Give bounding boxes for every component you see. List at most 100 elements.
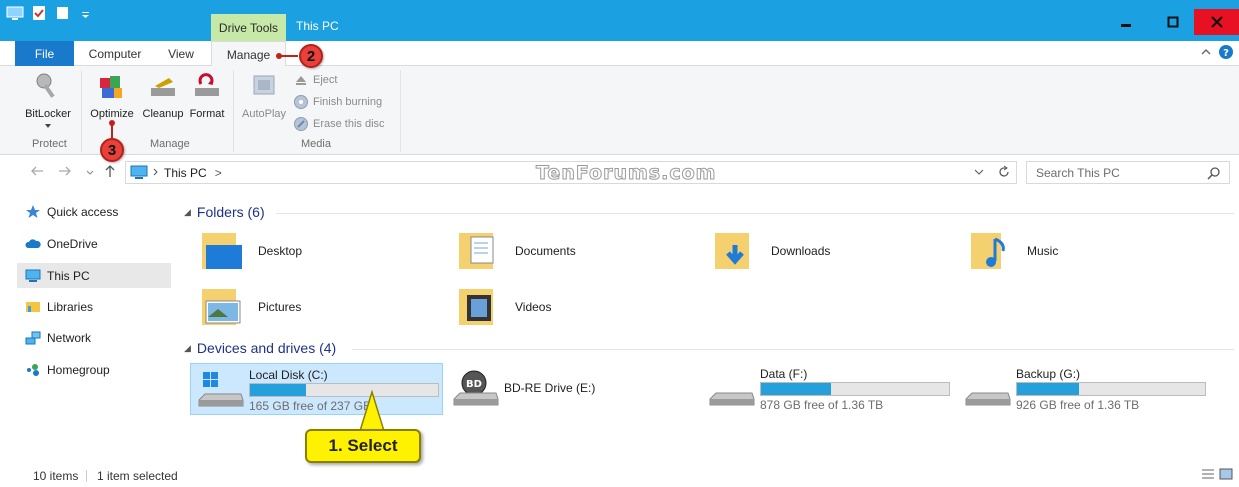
computer-icon <box>130 165 148 179</box>
sidebar-item-libraries[interactable]: Libraries <box>17 294 171 319</box>
collapse-caret-icon[interactable]: ◢ <box>184 207 191 218</box>
details-view-icon[interactable] <box>1201 468 1215 480</box>
sidebar-item-quick-access[interactable]: Quick access <box>17 199 171 224</box>
group-separator <box>233 70 234 152</box>
drive-bd-re-e[interactable]: BD BD-RE Drive (E:) <box>446 363 699 415</box>
quick-access-toolbar <box>6 4 96 22</box>
large-icons-view-icon[interactable] <box>1219 468 1233 480</box>
pictures-folder-icon <box>202 289 241 325</box>
section-divider <box>276 213 1234 214</box>
cleanup-button[interactable]: Cleanup <box>140 66 186 120</box>
format-drive-icon <box>195 73 219 96</box>
hard-drive-icon <box>965 392 1011 406</box>
collapse-caret-icon[interactable]: ◢ <box>184 343 191 354</box>
help-icon[interactable]: ? <box>1219 45 1233 59</box>
svg-text:BD: BD <box>466 379 482 390</box>
folder-downloads[interactable]: Downloads <box>711 227 830 275</box>
expand-ribbon-icon[interactable] <box>1201 47 1211 57</box>
drive-tools-context-header: Drive Tools <box>211 14 286 41</box>
sidebar-item-homegroup[interactable]: Homegroup <box>17 357 171 382</box>
drive-local-disk-c[interactable]: Local Disk (C:) 165 GB free of 237 GB <box>190 363 443 415</box>
address-dropdown-icon[interactable] <box>974 165 984 179</box>
eject-icon <box>296 76 306 85</box>
forward-arrow-icon <box>59 166 71 176</box>
hard-drive-icon <box>709 392 755 406</box>
drives-section-header[interactable]: ◢ Devices and drives (4) <box>184 340 336 356</box>
drive-name: Backup (G:) <box>1016 367 1081 381</box>
autoplay-button[interactable]: AutoPlay <box>240 66 288 120</box>
drive-usage-fill <box>761 383 831 395</box>
section-divider <box>352 349 1234 350</box>
optimize-drive-icon <box>100 76 122 98</box>
folders-section-header[interactable]: ◢ Folders (6) <box>184 204 265 220</box>
folder-pictures[interactable]: Pictures <box>198 283 301 331</box>
drive-backup-g[interactable]: Backup (G:) 926 GB free of 1.36 TB <box>958 363 1211 415</box>
drive-name: BD-RE Drive (E:) <box>504 381 596 395</box>
computer-icon[interactable] <box>6 4 24 22</box>
erase-disc-icon <box>294 117 308 131</box>
eject-button[interactable]: Eject <box>293 72 337 88</box>
sidebar-item-onedrive[interactable]: OneDrive <box>17 231 171 256</box>
close-button[interactable] <box>1194 9 1239 35</box>
library-icon <box>26 301 40 312</box>
cloud-icon <box>25 238 41 248</box>
drive-name: Data (F:) <box>760 367 808 381</box>
drive-usage-bar <box>1016 382 1206 396</box>
minimize-button[interactable] <box>1103 9 1148 35</box>
navigation-pane: Quick access OneDrive This PC Libraries … <box>17 197 172 459</box>
tab-manage[interactable]: Manage <box>211 41 286 67</box>
up-button[interactable] <box>104 164 116 181</box>
tab-computer[interactable]: Computer <box>80 41 150 66</box>
back-arrow-icon <box>31 166 43 176</box>
autoplay-icon <box>253 75 275 95</box>
folder-documents[interactable]: Documents <box>455 227 576 275</box>
folder-desktop[interactable]: Desktop <box>198 227 302 275</box>
customize-qat-icon[interactable] <box>78 4 96 22</box>
disc-burn-icon <box>294 95 308 109</box>
content-pane: ◢ Folders (6) Desktop Documents Download… <box>176 197 1239 459</box>
search-icon <box>1207 167 1220 180</box>
group-label-protect: Protect <box>32 138 67 150</box>
drive-name: Local Disk (C:) <box>249 368 328 382</box>
tab-file[interactable]: File <box>15 41 74 66</box>
maximize-button[interactable] <box>1150 9 1195 35</box>
drive-free-space: 165 GB free of 237 GB <box>249 399 372 413</box>
address-field[interactable]: This PC > TenForums.com <box>125 161 1017 185</box>
properties-icon[interactable] <box>30 4 48 22</box>
computer-icon <box>25 269 41 282</box>
search-input[interactable]: Search This PC <box>1026 161 1230 184</box>
optimize-button[interactable]: Optimize <box>87 66 137 120</box>
erase-disc-button[interactable]: Erase this disc <box>293 116 385 132</box>
address-bar-row: This PC > TenForums.com Search This PC <box>0 155 1239 191</box>
downloads-folder-icon <box>715 233 749 269</box>
close-icon <box>1210 16 1223 28</box>
status-selection: 1 item selected <box>97 469 178 483</box>
ribbon-tabs: File Computer View Manage ? <box>0 41 1239 67</box>
svg-text:?: ? <box>1223 48 1229 59</box>
videos-folder-icon <box>459 289 493 325</box>
bd-drive-icon: BD <box>453 370 499 406</box>
recent-locations-button[interactable] <box>86 164 94 180</box>
view-switcher <box>1201 468 1233 480</box>
window-title: This PC <box>296 19 339 33</box>
new-folder-icon[interactable] <box>54 4 72 22</box>
format-button[interactable]: Format <box>187 66 227 120</box>
folder-music[interactable]: Music <box>967 227 1058 275</box>
sidebar-item-this-pc[interactable]: This PC <box>17 263 171 288</box>
folder-videos[interactable]: Videos <box>455 283 551 331</box>
finish-burning-button[interactable]: Finish burning <box>293 94 382 110</box>
forward-button[interactable] <box>58 164 72 180</box>
drive-data-f[interactable]: Data (F:) 878 GB free of 1.36 TB <box>702 363 955 415</box>
drive-usage-fill <box>250 384 307 396</box>
breadcrumb-chevron-icon[interactable] <box>153 168 159 176</box>
bitlocker-button[interactable]: BitLocker <box>22 66 74 129</box>
breadcrumb-this-pc[interactable]: This PC <box>164 166 207 180</box>
drive-usage-fill <box>1017 383 1080 395</box>
refresh-icon[interactable] <box>998 165 1010 179</box>
homegroup-icon <box>27 363 39 376</box>
breadcrumb-separator[interactable]: > <box>215 166 222 180</box>
sidebar-item-network[interactable]: Network <box>17 325 171 350</box>
tab-view[interactable]: View <box>156 41 206 66</box>
step-badge-2: 2 <box>299 44 323 68</box>
back-button[interactable] <box>30 164 44 180</box>
